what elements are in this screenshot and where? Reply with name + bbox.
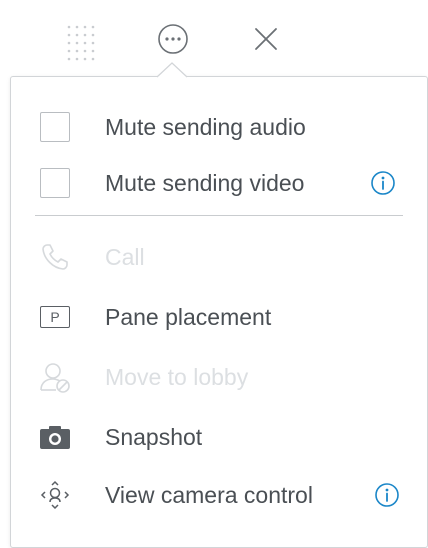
camera-control-icon <box>35 475 75 515</box>
pane-placement-icon-text: P <box>40 306 70 328</box>
pane-placement-item[interactable]: P Pane placement <box>11 293 427 341</box>
snapshot-item[interactable]: Snapshot <box>11 413 427 461</box>
toolbar <box>0 0 428 70</box>
move-to-lobby-label: Move to lobby <box>105 363 249 390</box>
call-item: Call <box>11 233 427 281</box>
call-label: Call <box>105 243 145 270</box>
mute-video-label: Mute sending video <box>105 169 305 196</box>
mute-video-item[interactable]: Mute sending video <box>11 159 427 207</box>
pane-placement-label: Pane placement <box>105 303 272 330</box>
divider <box>35 215 403 216</box>
popover-arrow <box>157 62 187 78</box>
user-lobby-icon <box>35 357 75 397</box>
phone-icon <box>35 237 75 277</box>
camera-control-item[interactable]: View camera control <box>11 471 427 519</box>
close-icon[interactable] <box>243 16 289 62</box>
camera-control-label: View camera control <box>105 481 313 508</box>
options-menu: Mute sending audio Mute sending video Ca… <box>10 76 428 548</box>
mute-audio-label: Mute sending audio <box>105 113 306 140</box>
more-options-icon[interactable] <box>150 16 196 62</box>
pane-placement-icon: P <box>35 297 75 337</box>
move-to-lobby-item: Move to lobby <box>11 353 427 401</box>
info-icon[interactable] <box>373 481 401 509</box>
mute-audio-item[interactable]: Mute sending audio <box>11 103 427 151</box>
mute-audio-checkbox[interactable] <box>40 112 70 142</box>
grip-dots-icon[interactable] <box>58 18 104 64</box>
info-icon[interactable] <box>369 169 397 197</box>
mute-video-checkbox[interactable] <box>40 168 70 198</box>
snapshot-label: Snapshot <box>105 423 203 450</box>
camera-icon <box>35 417 75 457</box>
